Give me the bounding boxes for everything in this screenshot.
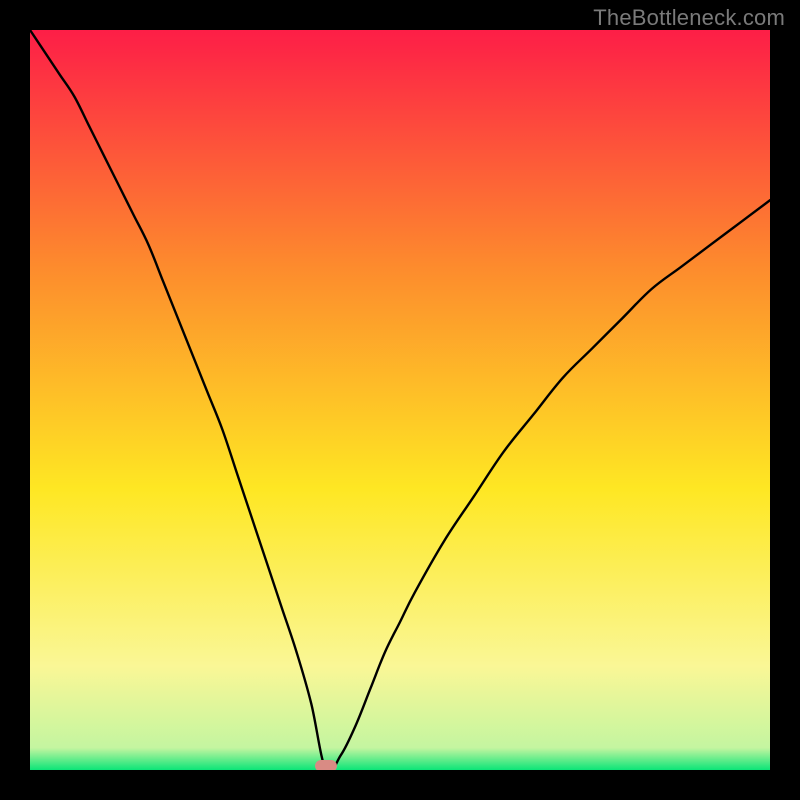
minimum-marker <box>315 760 337 770</box>
watermark-text: TheBottleneck.com <box>593 5 785 31</box>
chart-frame: TheBottleneck.com <box>0 0 800 800</box>
plot-area <box>30 30 770 770</box>
bottleneck-curve <box>30 30 770 770</box>
